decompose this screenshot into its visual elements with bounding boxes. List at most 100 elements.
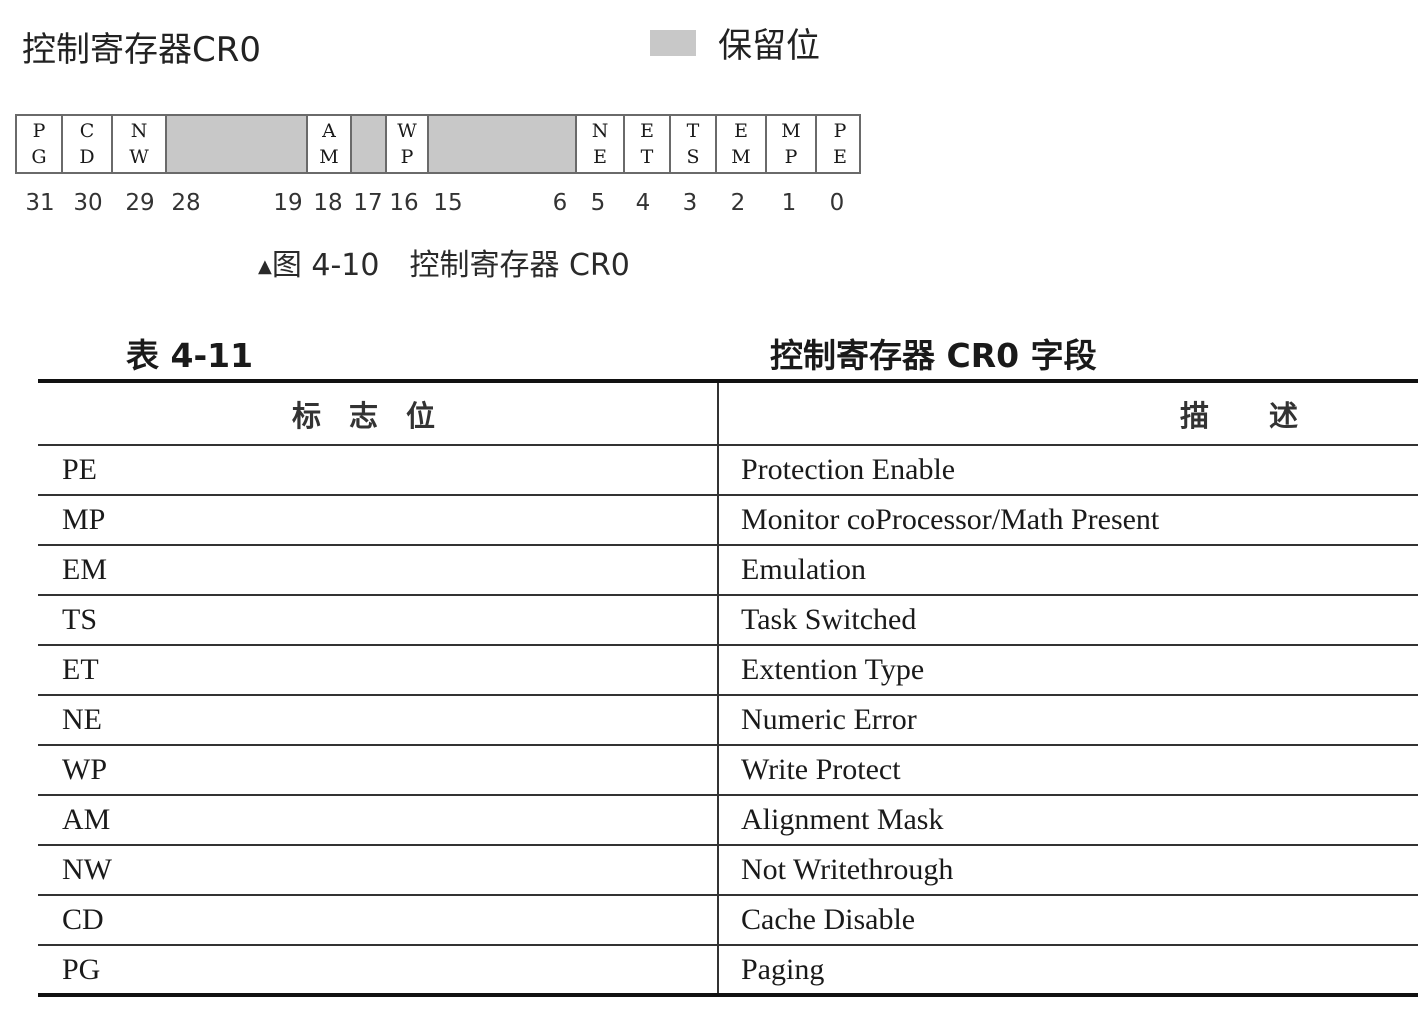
table-row: NE Numeric Error xyxy=(38,695,1418,746)
field-letter: M xyxy=(781,120,801,142)
description-cell: Numeric Error xyxy=(718,695,1418,746)
description-cell: Not Writethrough xyxy=(718,845,1418,896)
bit-number: 4 xyxy=(635,190,651,216)
register-field: PG xyxy=(17,116,63,172)
field-letter: P xyxy=(32,120,46,142)
register-field: NW xyxy=(113,116,167,172)
field-letter: N xyxy=(591,120,609,142)
description-cell: Protection Enable xyxy=(718,445,1418,496)
field-letter: D xyxy=(79,146,95,168)
table-title: 控制寄存器 CR0 字段 xyxy=(770,336,1097,375)
field-letter: S xyxy=(686,146,700,168)
bit-number: 6 xyxy=(552,190,568,216)
reserved-field xyxy=(352,116,387,172)
reserved-field xyxy=(167,116,308,172)
description-cell: Extention Type xyxy=(718,645,1418,696)
table-header-row: 标志位 描述 xyxy=(38,379,1418,446)
field-letter: E xyxy=(734,120,748,142)
flag-cell: TS xyxy=(38,595,719,646)
flag-cell: MP xyxy=(38,495,719,546)
field-letter: E xyxy=(640,120,654,142)
description-cell: Write Protect xyxy=(718,745,1418,796)
flag-cell: ET xyxy=(38,645,719,696)
field-letter: M xyxy=(319,146,339,168)
register-field: PE xyxy=(817,116,863,172)
register-field: EM xyxy=(717,116,767,172)
flag-cell: PG xyxy=(38,945,719,997)
flag-cell: WP xyxy=(38,745,719,796)
field-letter: W xyxy=(397,120,417,142)
flag-cell: PE xyxy=(38,445,719,496)
register-field: CD xyxy=(63,116,113,172)
field-letter: A xyxy=(322,120,336,142)
bit-number: 19 xyxy=(273,190,303,216)
bit-number: 16 xyxy=(389,190,419,216)
bit-number: 1 xyxy=(781,190,797,216)
table-row: PG Paging xyxy=(38,945,1418,997)
field-letter: P xyxy=(833,120,847,142)
flag-cell: NE xyxy=(38,695,719,746)
cr0-register-diagram: PGCDNWAMWPNEETTSEMMPPE xyxy=(15,114,861,174)
field-letter: G xyxy=(31,146,47,168)
bit-number: 15 xyxy=(433,190,463,216)
field-letter: P xyxy=(784,146,798,168)
table-row: PE Protection Enable xyxy=(38,445,1418,496)
header-flag: 标志位 xyxy=(38,379,719,446)
register-field: AM xyxy=(308,116,352,172)
description-cell: Paging xyxy=(718,945,1418,997)
bit-number: 2 xyxy=(730,190,746,216)
register-field: NE xyxy=(577,116,625,172)
description-cell: Monitor coProcessor/Math Present xyxy=(718,495,1418,546)
table-row: ET Extention Type xyxy=(38,645,1418,696)
bit-number: 31 xyxy=(25,190,55,216)
table-number: 表 4-11 xyxy=(126,336,254,375)
flag-cell: AM xyxy=(38,795,719,846)
bit-number: 17 xyxy=(353,190,383,216)
bit-number: 0 xyxy=(829,190,845,216)
caption-marker-icon: ▲ xyxy=(258,256,272,277)
field-letter: M xyxy=(731,146,751,168)
flag-cell: NW xyxy=(38,845,719,896)
field-letter: W xyxy=(129,146,149,168)
reserved-swatch xyxy=(650,29,696,56)
table-row: AM Alignment Mask xyxy=(38,795,1418,846)
field-letter: E xyxy=(593,146,607,168)
bit-number: 5 xyxy=(590,190,606,216)
bit-number: 3 xyxy=(682,190,698,216)
field-letter: P xyxy=(400,146,414,168)
bit-number: 18 xyxy=(313,190,343,216)
register-field: WP xyxy=(387,116,429,172)
bit-number: 29 xyxy=(125,190,155,216)
description-cell: Alignment Mask xyxy=(718,795,1418,846)
description-cell: Cache Disable xyxy=(718,895,1418,946)
header-description: 描述 xyxy=(718,379,1418,446)
table-row: MP Monitor coProcessor/Math Present xyxy=(38,495,1418,546)
figure-caption: ▲图 4-10 控制寄存器 CR0 xyxy=(258,240,630,284)
flag-cell: EM xyxy=(38,545,719,596)
description-cell: Task Switched xyxy=(718,595,1418,646)
table-body: PE Protection Enable MP Monitor coProcessor… xyxy=(38,445,1418,997)
diagram-title: 控制寄存器CR0 xyxy=(22,30,261,70)
cr0-fields-table: 标志位 描述 PE Protection Enable MP Monitor coPr… xyxy=(38,379,1418,997)
table-row: TS Task Switched xyxy=(38,595,1418,646)
table-row: NW Not Writethrough xyxy=(38,845,1418,896)
table-row: CD Cache Disable xyxy=(38,895,1418,946)
field-letter: T xyxy=(640,146,654,168)
field-letter: C xyxy=(79,120,95,142)
table-row: WP Write Protect xyxy=(38,745,1418,796)
field-letter: E xyxy=(833,146,847,168)
description-cell: Emulation xyxy=(718,545,1418,596)
bit-number: 30 xyxy=(73,190,103,216)
flag-cell: CD xyxy=(38,895,719,946)
register-field: ET xyxy=(625,116,671,172)
table-row: EM Emulation xyxy=(38,545,1418,596)
legend-label: 保留位 xyxy=(718,26,820,66)
register-field: TS xyxy=(671,116,717,172)
field-letter: N xyxy=(130,120,148,142)
figure-caption-text: 图 4-10 控制寄存器 CR0 xyxy=(271,248,630,283)
register-field: MP xyxy=(767,116,817,172)
bit-number: 28 xyxy=(171,190,201,216)
field-letter: T xyxy=(686,120,700,142)
reserved-field xyxy=(429,116,577,172)
legend: 保留位 xyxy=(650,18,820,67)
